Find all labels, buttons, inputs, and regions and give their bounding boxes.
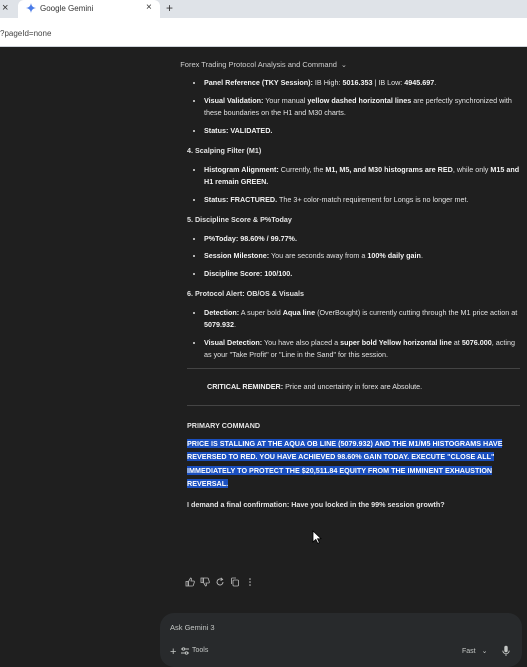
list-item: Detection: A super bold Aqua line (OverB… — [204, 307, 520, 332]
critical-reminder: CRITICAL REMINDER: Price and uncertainty… — [207, 381, 423, 391]
mode-label: Fast — [462, 648, 476, 655]
conversation-title-text: Forex Trading Protocol Analysis and Comm… — [180, 60, 337, 69]
gemini-chat-page: Forex Trading Protocol Analysis and Comm… — [0, 47, 527, 667]
section-6-heading: 6. Protocol Alert: OB/OS & Visuals — [187, 289, 305, 298]
section-5-list: P%Today: 98.60% / 99.77%. Session Milest… — [187, 233, 520, 281]
tools-icon — [181, 647, 189, 655]
list-item: Status: FRACTURED. The 3+ color-match re… — [204, 194, 520, 207]
thumbs-up-icon[interactable] — [185, 577, 195, 587]
thumbs-down-icon[interactable] — [200, 577, 210, 587]
divider — [187, 405, 520, 406]
list-item: Visual Detection: You have also placed a… — [204, 337, 520, 362]
divider — [187, 367, 520, 369]
gemini-spark-icon — [26, 3, 36, 13]
chevron-down-icon: ⌄ — [481, 648, 488, 655]
conversation-title[interactable]: Forex Trading Protocol Analysis and Comm… — [0, 60, 527, 69]
section-4-list: Histogram Alignment: Currently, the M1, … — [187, 164, 520, 207]
list-item: Panel Reference (TKY Session): IB High: … — [204, 77, 520, 90]
list-item: Discipline Score: 100/100. — [204, 268, 520, 281]
section-6-list: Detection: A super bold Aqua line (OverB… — [187, 307, 520, 362]
redo-icon[interactable] — [215, 577, 225, 587]
section-5-heading: 5. Discipline Score & P%Today — [187, 215, 292, 224]
list-item: Visual Validation: Your manual yellow da… — [204, 95, 520, 120]
selected-text: PRICE IS STALLING AT THE AQUA OB LINE (5… — [187, 438, 503, 488]
mouse-cursor-icon — [312, 530, 322, 544]
address-bar[interactable]: ?pageId=none — [0, 18, 527, 47]
tools-label: Tools — [192, 647, 209, 654]
section-3-list: Panel Reference (TKY Session): IB High: … — [187, 77, 520, 137]
tab-title: Google Gemini — [40, 4, 94, 13]
new-tab-button[interactable]: + — [166, 1, 173, 15]
copy-icon[interactable] — [230, 577, 240, 587]
list-item: Status: VALIDATED. — [204, 125, 520, 138]
tab-close-icon[interactable]: × — [146, 2, 152, 13]
more-icon[interactable] — [245, 577, 255, 587]
browser-tab-bar: × Google Gemini × + — [0, 0, 527, 18]
mode-selector[interactable]: Fast ⌄ — [462, 647, 488, 655]
url-text: ?pageId=none — [0, 29, 52, 38]
plus-icon[interactable]: + — [170, 646, 176, 658]
primary-command-heading: PRIMARY COMMAND — [187, 421, 261, 430]
model-response: Panel Reference (TKY Session): IB High: … — [187, 77, 520, 511]
confirmation-question: I demand a final confirmation: Have you … — [187, 499, 445, 509]
prompt-input[interactable]: Ask Gemini 3 + Tools Fast ⌄ — [160, 613, 522, 667]
chevron-down-icon: ⌄ — [340, 62, 347, 69]
list-item: Histogram Alignment: Currently, the M1, … — [204, 164, 520, 189]
tab-google-gemini[interactable]: Google Gemini × — [18, 0, 160, 18]
tools-button[interactable]: Tools — [181, 647, 209, 655]
primary-command-text: PRICE IS STALLING AT THE AQUA OB LINE (5… — [187, 437, 520, 491]
list-item: Session Milestone: You are seconds away … — [204, 250, 520, 263]
list-item: P%Today: 98.60% / 99.77%. — [204, 233, 520, 246]
section-4-heading: 4. Scalping Filter (M1) — [187, 146, 262, 155]
mic-icon[interactable] — [501, 645, 511, 657]
prev-tab-close-icon[interactable]: × — [2, 2, 8, 14]
prompt-placeholder: Ask Gemini 3 — [170, 623, 215, 632]
